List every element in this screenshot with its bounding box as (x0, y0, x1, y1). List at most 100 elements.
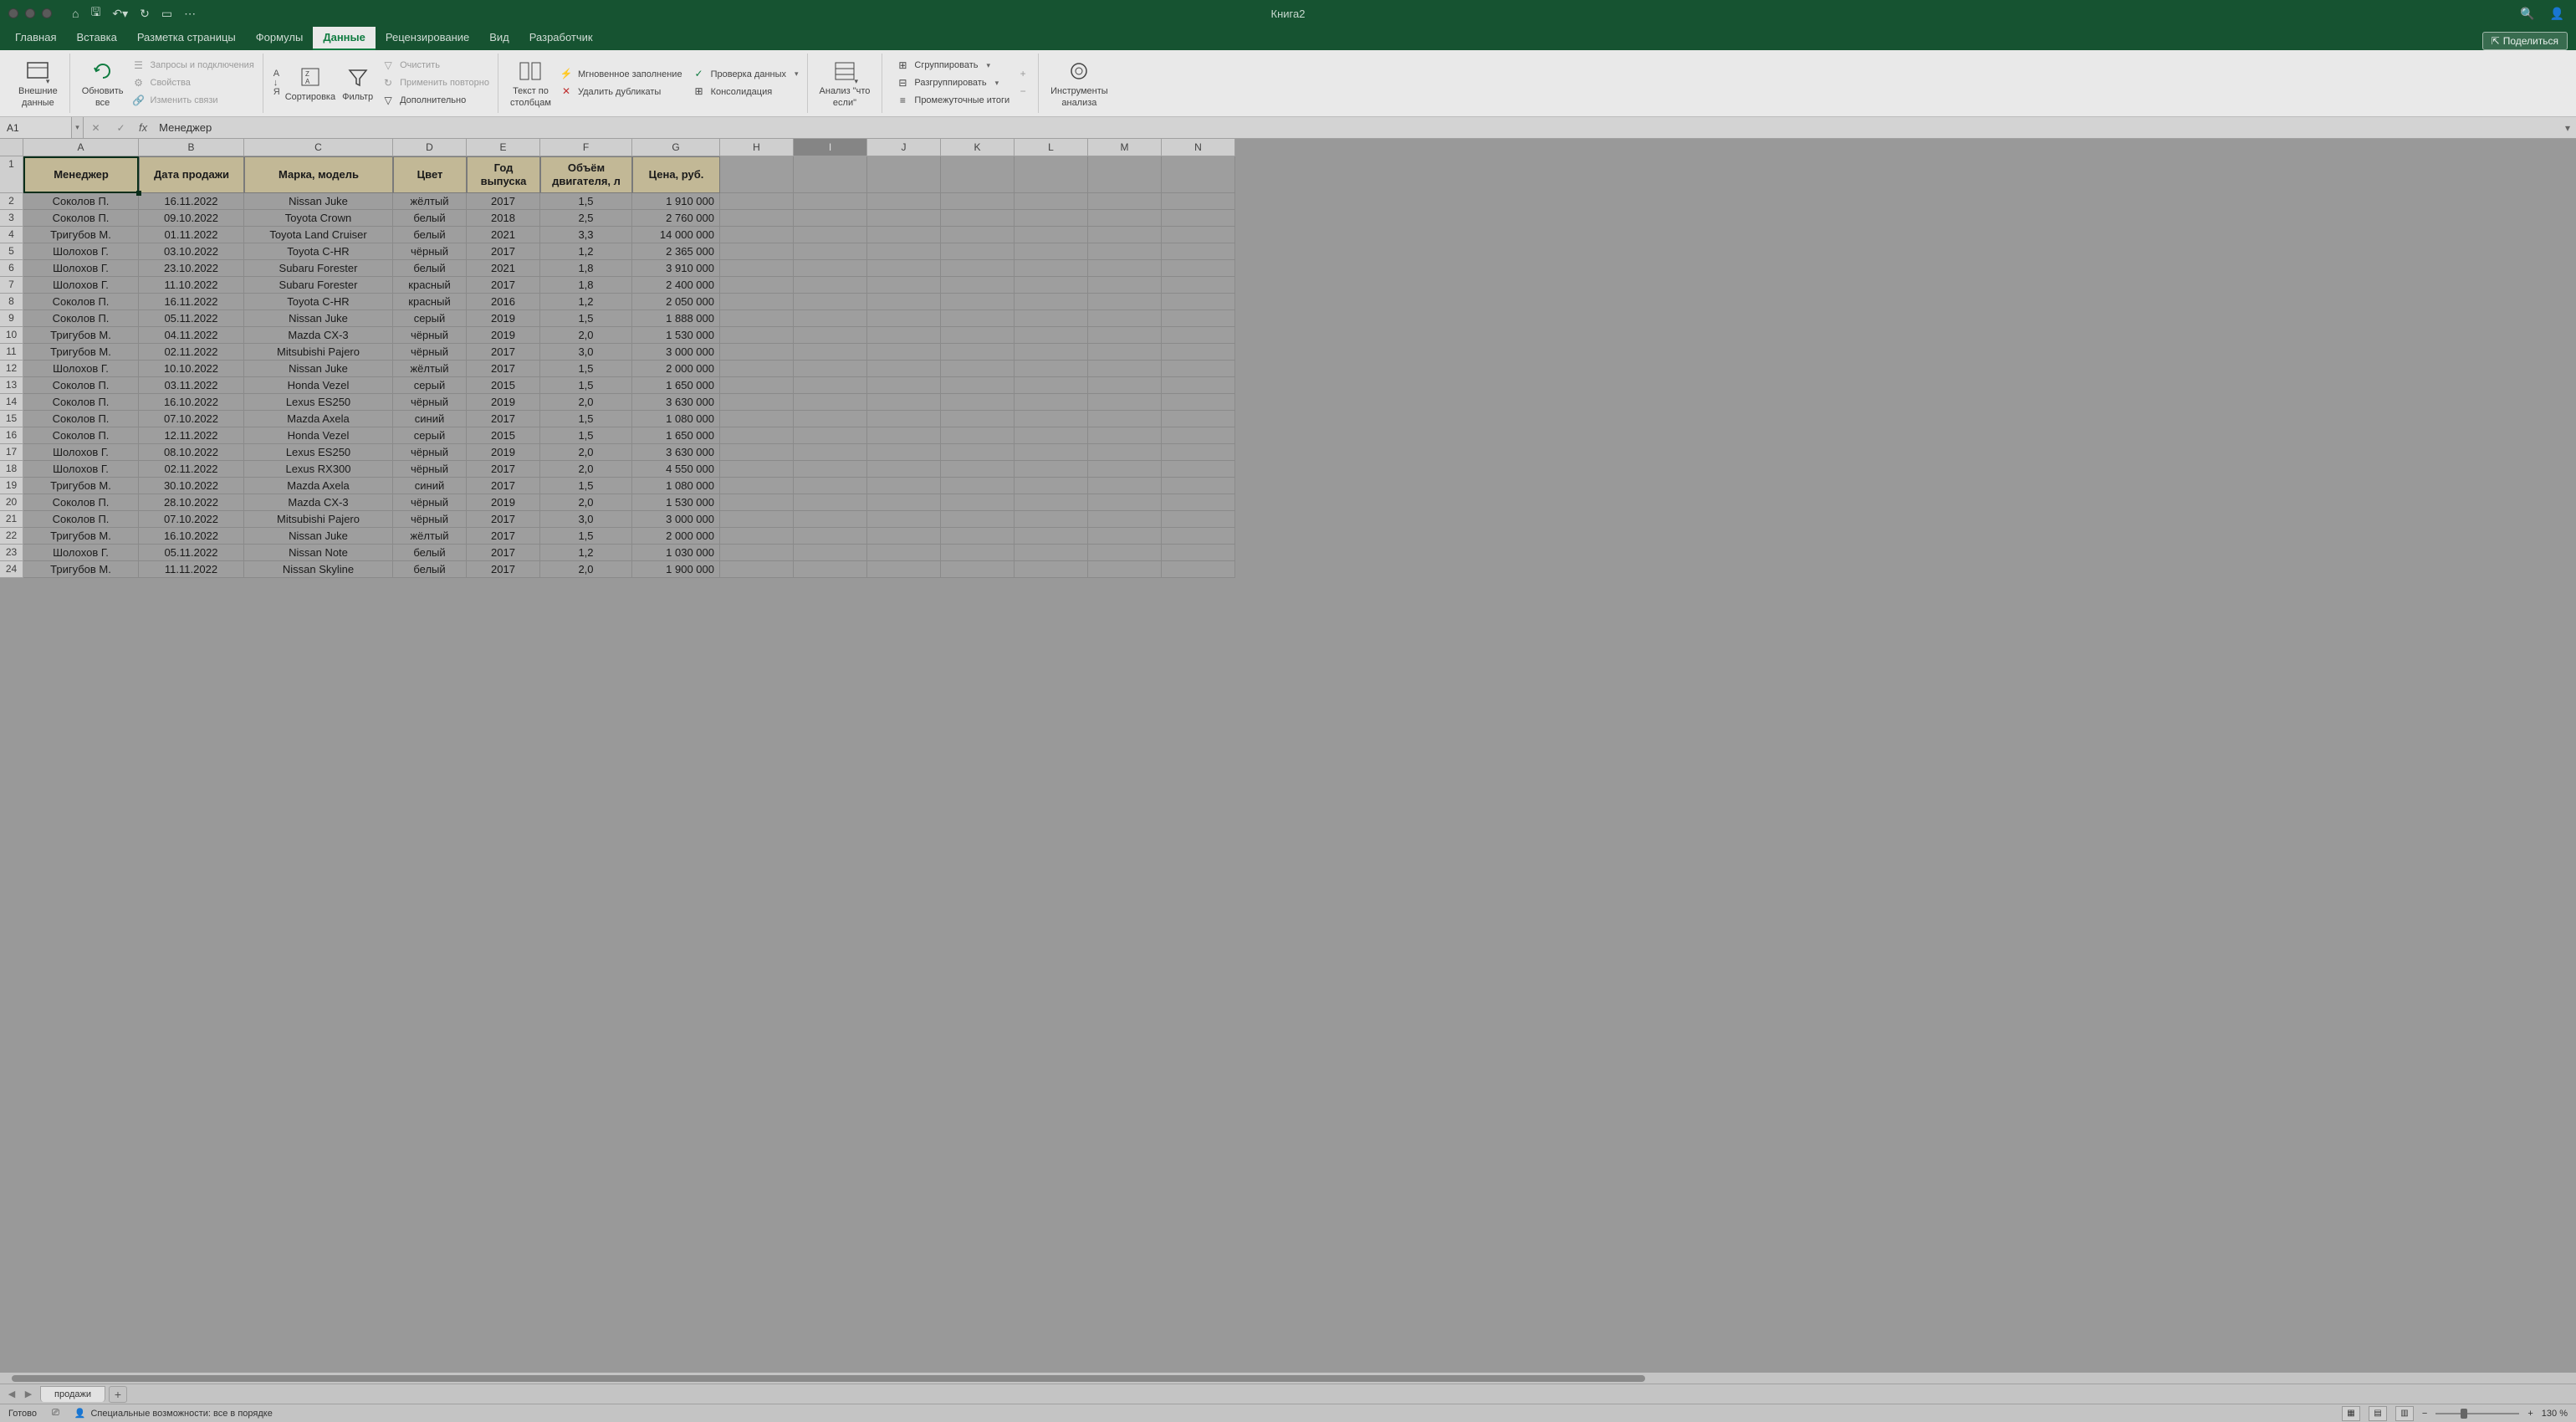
group-button[interactable]: ⊞Сгруппировать▾ (896, 59, 1009, 74)
cell[interactable] (867, 327, 941, 344)
cell[interactable] (720, 411, 794, 427)
cell[interactable] (1162, 227, 1235, 243)
column-header[interactable]: F (540, 139, 632, 156)
column-header[interactable]: N (1162, 139, 1235, 156)
cell[interactable] (867, 394, 941, 411)
column-header[interactable]: K (941, 139, 1015, 156)
cell[interactable] (941, 277, 1015, 294)
cell[interactable] (867, 243, 941, 260)
cell[interactable] (941, 294, 1015, 310)
cell[interactable] (1162, 377, 1235, 394)
cell[interactable] (1162, 193, 1235, 210)
cell[interactable] (1088, 545, 1162, 561)
cell[interactable] (1162, 545, 1235, 561)
cell[interactable] (1088, 156, 1162, 193)
cell[interactable] (1015, 327, 1088, 344)
cell[interactable] (794, 511, 867, 528)
cell[interactable]: 2019 (467, 494, 540, 511)
cell[interactable] (1162, 210, 1235, 227)
column-header[interactable]: M (1088, 139, 1162, 156)
cell[interactable]: Соколов П. (23, 427, 139, 444)
cell[interactable] (1088, 444, 1162, 461)
cell[interactable] (941, 193, 1015, 210)
cell[interactable] (867, 294, 941, 310)
cell[interactable] (1088, 394, 1162, 411)
row-header[interactable]: 9 (0, 310, 23, 327)
column-header[interactable]: G (632, 139, 720, 156)
cell[interactable] (941, 528, 1015, 545)
cell[interactable] (1015, 243, 1088, 260)
cell[interactable] (720, 461, 794, 478)
cell[interactable]: 10.10.2022 (139, 361, 244, 377)
cell[interactable] (1015, 227, 1088, 243)
touch-mode-icon[interactable]: ▭ (161, 7, 172, 21)
row-header[interactable]: 16 (0, 427, 23, 444)
column-header[interactable]: J (867, 139, 941, 156)
cell[interactable] (1088, 411, 1162, 427)
cell[interactable] (1088, 561, 1162, 578)
cell[interactable]: 3 630 000 (632, 394, 720, 411)
cell[interactable]: 1 080 000 (632, 411, 720, 427)
cell[interactable] (1162, 427, 1235, 444)
cell[interactable]: Соколов П. (23, 294, 139, 310)
cell[interactable]: 2 365 000 (632, 243, 720, 260)
sort-asc-button[interactable]: A↓Я (272, 68, 282, 99)
cell[interactable]: 16.10.2022 (139, 394, 244, 411)
cell[interactable] (867, 277, 941, 294)
properties-button[interactable]: ⚙Свойства (132, 76, 254, 91)
cell[interactable]: 1,5 (540, 427, 632, 444)
cell[interactable]: 16.11.2022 (139, 294, 244, 310)
column-header[interactable]: L (1015, 139, 1088, 156)
cell[interactable] (867, 444, 941, 461)
cell[interactable] (720, 361, 794, 377)
cell[interactable]: серый (393, 427, 467, 444)
cell[interactable]: Nissan Juke (244, 193, 393, 210)
cell[interactable] (1162, 461, 1235, 478)
flash-fill-button[interactable]: ⚡Мгновенное заполнение (560, 67, 682, 82)
cell[interactable]: 04.11.2022 (139, 327, 244, 344)
zoom-out-button[interactable]: − (2422, 1409, 2427, 1419)
cell[interactable]: чёрный (393, 327, 467, 344)
cell[interactable]: 2019 (467, 394, 540, 411)
cell[interactable] (720, 427, 794, 444)
cell[interactable] (867, 545, 941, 561)
row-header[interactable]: 5 (0, 243, 23, 260)
filter-button[interactable]: Фильтр (339, 62, 376, 105)
cell[interactable]: 1 650 000 (632, 427, 720, 444)
cell[interactable] (720, 394, 794, 411)
cell[interactable]: 14 000 000 (632, 227, 720, 243)
sort-button[interactable]: ZA Сортировка (282, 62, 339, 105)
cell[interactable]: 02.11.2022 (139, 461, 244, 478)
cell[interactable] (1162, 561, 1235, 578)
cell[interactable] (794, 394, 867, 411)
cell[interactable] (794, 444, 867, 461)
cell[interactable] (1162, 494, 1235, 511)
consolidate-button[interactable]: ⊞Консолидация (693, 84, 799, 100)
cell[interactable]: 1,5 (540, 528, 632, 545)
cell[interactable] (720, 511, 794, 528)
cell[interactable] (1088, 310, 1162, 327)
scroll-thumb[interactable] (12, 1375, 1645, 1382)
cell[interactable]: 2017 (467, 461, 540, 478)
cell[interactable] (941, 310, 1015, 327)
cell[interactable] (1088, 494, 1162, 511)
cell[interactable] (1015, 411, 1088, 427)
cell[interactable]: 2017 (467, 545, 540, 561)
cell[interactable]: 2,0 (540, 561, 632, 578)
cell[interactable] (867, 344, 941, 361)
cell[interactable]: 3 000 000 (632, 511, 720, 528)
cell[interactable]: 16.10.2022 (139, 528, 244, 545)
spreadsheet[interactable]: ABCDEFGHIJKLMN1МенеджерДата продажиМарка… (0, 139, 2576, 1372)
cell[interactable]: Lexus RX300 (244, 461, 393, 478)
accessibility-icon[interactable]: 👤 (74, 1408, 86, 1419)
cell[interactable] (941, 444, 1015, 461)
cell[interactable] (1088, 193, 1162, 210)
cell[interactable]: 2017 (467, 411, 540, 427)
text-to-columns-button[interactable]: Текст по столбцам (507, 56, 555, 110)
tab-вид[interactable]: Вид (479, 26, 519, 50)
cell[interactable]: Соколов П. (23, 193, 139, 210)
cell[interactable]: 05.11.2022 (139, 545, 244, 561)
cell[interactable] (794, 156, 867, 193)
cell[interactable]: Цвет (393, 156, 467, 193)
name-box[interactable]: A1 (0, 117, 72, 138)
